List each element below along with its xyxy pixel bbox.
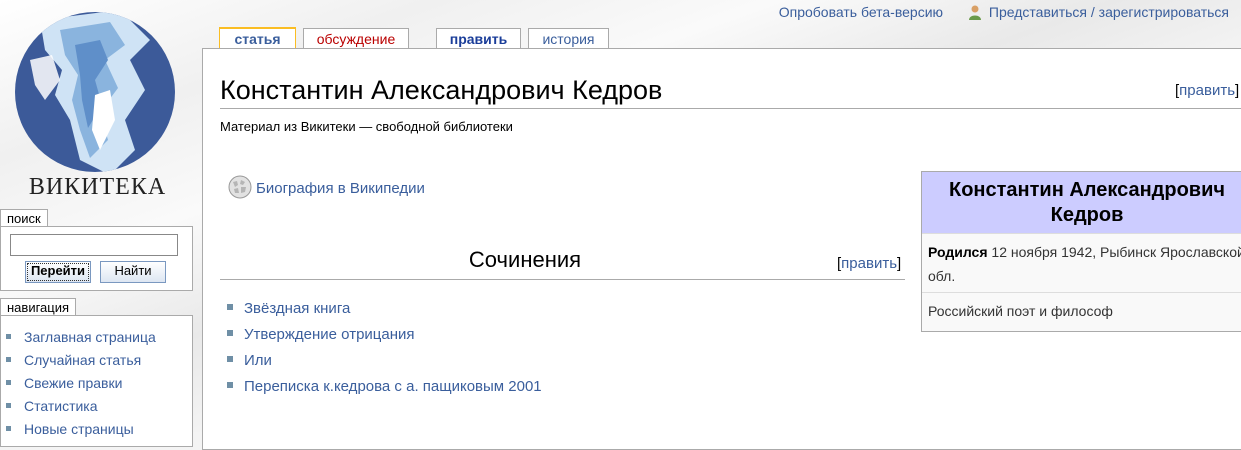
section-heading: Сочинения [править] xyxy=(220,247,905,280)
site-logo[interactable]: ВИКИТЕКА xyxy=(0,0,195,205)
bullet-icon xyxy=(6,403,11,408)
search-portlet-header: поиск xyxy=(0,209,48,227)
bullet-icon xyxy=(6,380,11,385)
list-item[interactable]: Переписка к.кедрова с а. пащиковым 2001 xyxy=(227,377,542,403)
sidebar-item-recent-changes[interactable]: Свежие правки xyxy=(6,374,156,397)
bullet-icon xyxy=(6,426,11,431)
bullet-icon xyxy=(227,304,233,310)
logo-wordmark: ВИКИТЕКА xyxy=(28,174,167,200)
infobox-title: Константин Александрович Кедров xyxy=(922,172,1241,234)
wikipedia-link[interactable]: Биография в Википедии xyxy=(228,175,425,199)
nav-label: Случайная статья xyxy=(24,352,142,368)
list-item[interactable]: Утверждение отрицания xyxy=(227,325,542,351)
search-button[interactable]: Найти xyxy=(100,261,166,283)
infobox-born-label: Родился xyxy=(928,244,988,260)
title-edit-link[interactable]: править xyxy=(1179,82,1235,99)
section-edit-link[interactable]: править xyxy=(841,255,897,272)
wikipedia-globe-icon xyxy=(228,175,252,199)
login-link[interactable]: Представиться / зарегистрироваться xyxy=(989,4,1229,20)
list-item[interactable]: Или xyxy=(227,351,542,377)
list-item[interactable]: Звёздная книга xyxy=(227,299,542,325)
work-link[interactable]: Утверждение отрицания xyxy=(244,326,415,343)
infobox-born-row: Родился 12 ноября 1942, Рыбинск Ярославс… xyxy=(922,234,1241,293)
work-link[interactable]: Или xyxy=(244,352,272,369)
infobox: Константин Александрович Кедров Родился … xyxy=(921,171,1241,332)
bullet-icon xyxy=(227,356,233,362)
site-subtitle: Материал из Викитеки — свободной библиот… xyxy=(220,119,513,134)
nav-label: Новые страницы xyxy=(24,421,134,437)
personal-tools: Опробовать бета-версию Представиться / з… xyxy=(779,4,1229,20)
section-title: Сочинения xyxy=(468,247,582,272)
infobox-description: Российский поэт и философ xyxy=(928,303,1113,319)
bullet-icon xyxy=(6,334,11,339)
search-input[interactable] xyxy=(10,234,178,256)
bullet-icon xyxy=(227,382,233,388)
user-icon xyxy=(968,5,981,20)
content-area: Константин Александрович Кедров [править… xyxy=(202,48,1241,450)
wikipedia-link-label: Биография в Википедии xyxy=(256,180,425,197)
works-list: Звёздная книга Утверждение отрицания Или… xyxy=(227,299,542,403)
work-link[interactable]: Звёздная книга xyxy=(244,300,350,317)
nav-label: Свежие правки xyxy=(24,375,123,391)
tab-talk[interactable]: обсуждение xyxy=(303,28,409,49)
tab-history[interactable]: история xyxy=(528,28,609,49)
nav-label: Заглавная страница xyxy=(24,329,156,345)
navigation-portlet-header: навигация xyxy=(0,298,77,316)
beta-link[interactable]: Опробовать бета-версию xyxy=(779,4,943,20)
sidebar-item-random[interactable]: Случайная статья xyxy=(6,351,156,374)
tab-edit[interactable]: править xyxy=(436,28,521,49)
bullet-icon xyxy=(227,330,233,336)
bullet-icon xyxy=(6,357,11,362)
sidebar-item-statistics[interactable]: Статистика xyxy=(6,397,156,420)
work-link[interactable]: Переписка к.кедрова с а. пащиковым 2001 xyxy=(244,378,542,395)
go-button[interactable]: Перейти xyxy=(25,261,91,283)
title-edit-section: [править] xyxy=(1175,82,1240,99)
navigation-list: Заглавная страница Случайная статья Свеж… xyxy=(6,328,156,443)
nav-label: Статистика xyxy=(24,398,98,414)
section-edit-section: [править] xyxy=(837,255,902,272)
sidebar-item-main-page[interactable]: Заглавная страница xyxy=(6,328,156,351)
page-title: Константин Александрович Кедров xyxy=(220,74,1241,109)
